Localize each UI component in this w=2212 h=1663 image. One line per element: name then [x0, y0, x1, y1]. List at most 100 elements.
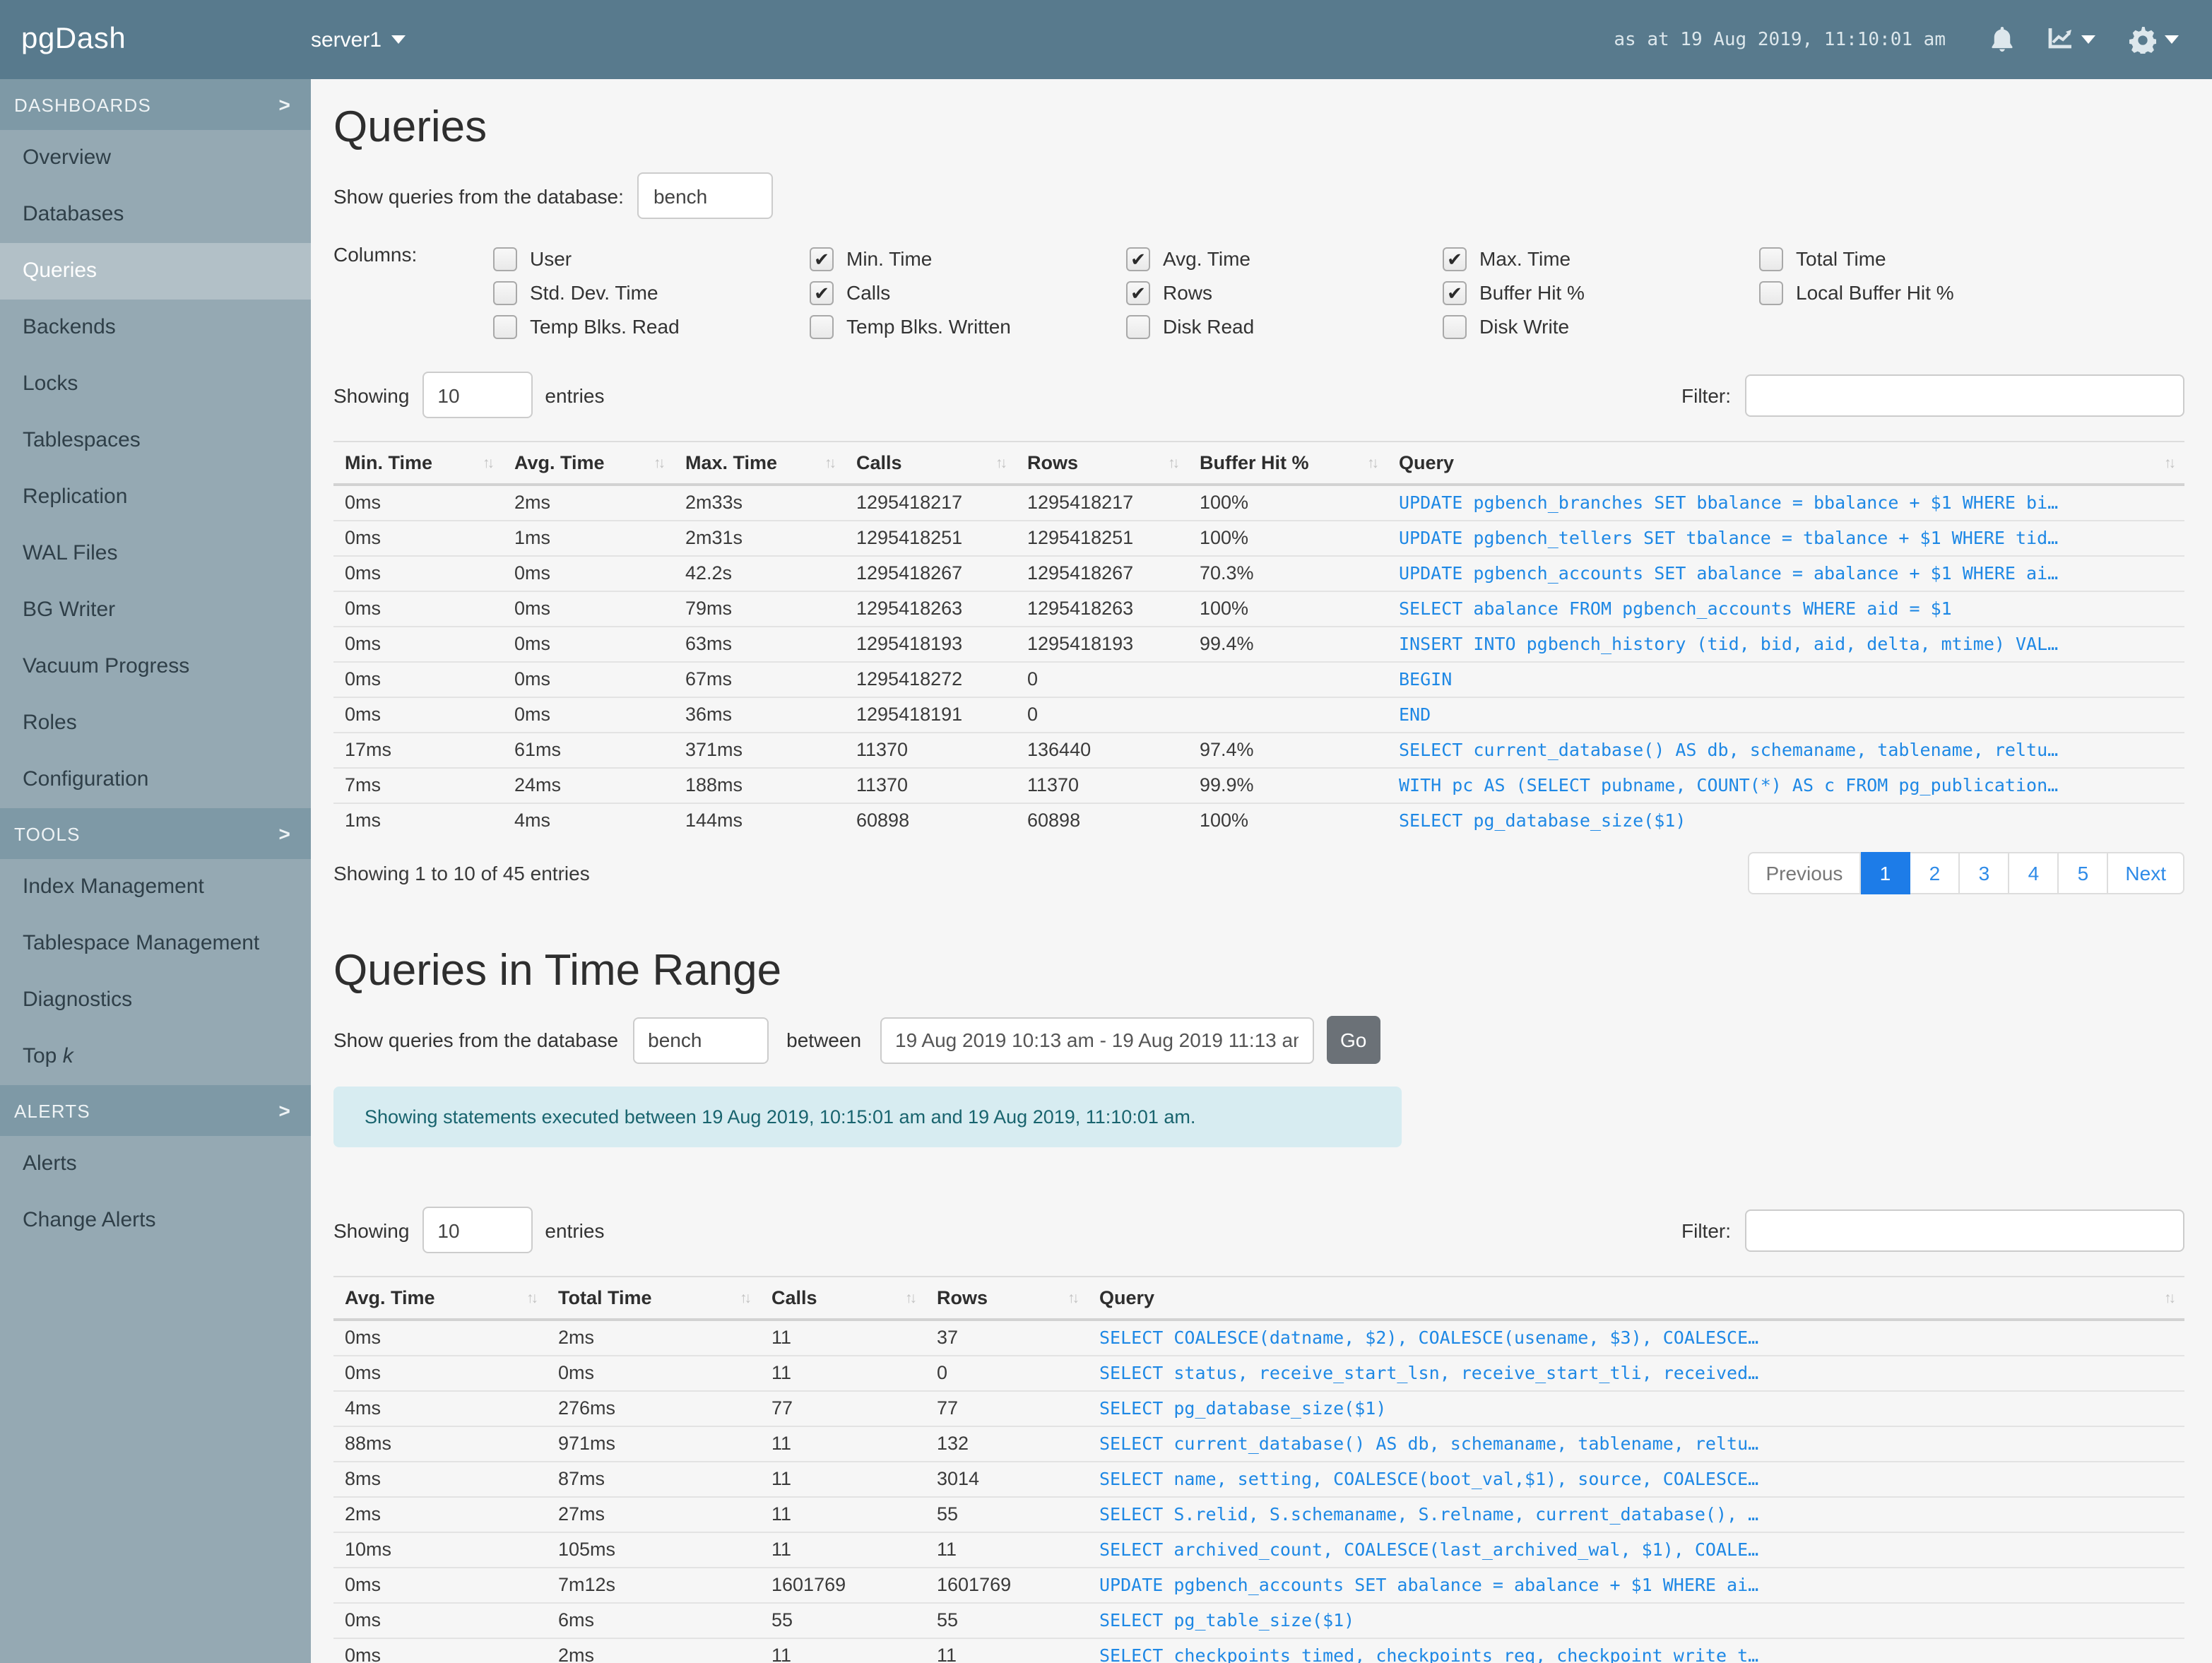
column-checkbox-max-time[interactable]: ✔ Max. Time: [1443, 242, 1759, 276]
query-link[interactable]: SELECT current_database() AS db, scheman…: [1088, 1426, 2184, 1462]
query-link[interactable]: SELECT archived_count, COALESCE(last_arc…: [1088, 1532, 2184, 1568]
query-link[interactable]: INSERT INTO pgbench_history (tid, bid, a…: [1388, 626, 2184, 662]
page-button-1[interactable]: 1: [1861, 852, 1911, 894]
database-input[interactable]: [632, 1017, 769, 1063]
column-checkbox-std-dev-time[interactable]: Std. Dev. Time: [493, 276, 810, 309]
cell: 0: [1016, 661, 1188, 697]
sidebar-item-overview[interactable]: Overview: [0, 130, 311, 187]
page-button-2[interactable]: 2: [1910, 852, 1960, 894]
query-link[interactable]: UPDATE pgbench_accounts SET abalance = a…: [1088, 1567, 2184, 1603]
query-link[interactable]: BEGIN: [1388, 661, 2184, 697]
sidebar-item-bg-writer[interactable]: BG Writer: [0, 582, 311, 639]
table-controls: Showing entries Filter:: [333, 372, 2184, 418]
sidebar-section-tools[interactable]: TOOLS >: [0, 808, 311, 859]
sidebar-item-wal-files[interactable]: WAL Files: [0, 526, 311, 582]
table-row: 2ms 27ms 11 55 SELECT S.relid, S.schemaname,…: [333, 1496, 2184, 1532]
page-button-next[interactable]: Next: [2108, 852, 2184, 894]
sidebar-item-replication[interactable]: Replication: [0, 469, 311, 526]
filter-input[interactable]: [1745, 374, 2184, 416]
sidebar-item-queries[interactable]: Queries: [0, 243, 311, 300]
sidebar-item-change-alerts[interactable]: Change Alerts: [0, 1192, 311, 1249]
settings-menu-button[interactable]: [2129, 26, 2179, 53]
filter-input[interactable]: [1745, 1209, 2184, 1251]
column-header-total-time[interactable]: Total Time ↑↓: [547, 1276, 760, 1321]
sidebar-section-dashboards[interactable]: DASHBOARDS >: [0, 79, 311, 130]
sidebar-item-tablespace-management[interactable]: Tablespace Management: [0, 916, 311, 972]
query-link[interactable]: WITH pc AS (SELECT pubname, COUNT(*) AS …: [1388, 767, 2184, 803]
column-checkbox-temp-blks-written[interactable]: Temp Blks. Written: [810, 309, 1126, 343]
sidebar-item-index-management[interactable]: Index Management: [0, 859, 311, 916]
column-header-calls[interactable]: Calls ↑↓: [845, 441, 1016, 486]
column-checkbox-buffer-hit[interactable]: ✔ Buffer Hit %: [1443, 276, 1759, 309]
sidebar-section-alerts[interactable]: ALERTS >: [0, 1085, 311, 1136]
column-header-query[interactable]: Query ↑↓: [1088, 1276, 2184, 1321]
column-header-buffer-hit[interactable]: Buffer Hit % ↑↓: [1188, 441, 1388, 486]
date-range-input[interactable]: [880, 1017, 1314, 1063]
entries-count-input[interactable]: [422, 1207, 533, 1253]
column-checkbox-min-time[interactable]: ✔ Min. Time: [810, 242, 1126, 276]
page-button-5[interactable]: 5: [2059, 852, 2109, 894]
go-button[interactable]: Go: [1326, 1016, 1381, 1064]
page-button-previous[interactable]: Previous: [1747, 852, 1862, 894]
cell: 1295418251: [845, 520, 1016, 556]
entries-count-input[interactable]: [422, 372, 533, 418]
query-link[interactable]: UPDATE pgbench_tellers SET tbalance = tb…: [1388, 520, 2184, 556]
sidebar-item-configuration[interactable]: Configuration: [0, 752, 311, 808]
checkbox-label: Temp Blks. Read: [530, 315, 680, 338]
query-link[interactable]: SELECT pg_database_size($1): [1088, 1390, 2184, 1426]
column-checkbox-disk-write[interactable]: Disk Write: [1443, 309, 1759, 343]
sidebar-item-alerts[interactable]: Alerts: [0, 1136, 311, 1192]
server-dropdown[interactable]: server1: [311, 28, 406, 52]
cell: 1295418217: [1027, 492, 1134, 513]
cell: 36ms: [674, 697, 845, 733]
checkbox-label: Disk Read: [1163, 315, 1255, 338]
sidebar-item-tablespaces[interactable]: Tablespaces: [0, 413, 311, 469]
query-link[interactable]: END: [1388, 697, 2184, 733]
sidebar-item-top-k[interactable]: Top k: [0, 1029, 311, 1085]
column-header-rows[interactable]: Rows ↑↓: [1016, 441, 1188, 486]
column-header-query[interactable]: Query ↑↓: [1388, 441, 2184, 486]
sidebar-item-roles[interactable]: Roles: [0, 695, 311, 752]
query-link[interactable]: SELECT S.relid, S.schemaname, S.relname,…: [1088, 1496, 2184, 1532]
column-checkbox-disk-read[interactable]: Disk Read: [1126, 309, 1443, 343]
column-checkbox-user[interactable]: User: [493, 242, 810, 276]
column-header-calls[interactable]: Calls ↑↓: [760, 1276, 925, 1321]
sidebar-item-databases[interactable]: Databases: [0, 187, 311, 243]
cell: 0: [925, 1355, 1088, 1391]
query-link[interactable]: UPDATE pgbench_branches SET bbalance = b…: [1388, 485, 2184, 521]
query-link[interactable]: SELECT status, receive_start_lsn, receiv…: [1088, 1355, 2184, 1391]
charts-menu-button[interactable]: [2047, 28, 2095, 51]
query-link[interactable]: UPDATE pgbench_accounts SET abalance = a…: [1388, 555, 2184, 591]
query-link[interactable]: SELECT pg_database_size($1): [1388, 803, 2184, 838]
page-button-3[interactable]: 3: [1960, 852, 2010, 894]
sidebar-item-vacuum-progress[interactable]: Vacuum Progress: [0, 639, 311, 695]
query-link[interactable]: SELECT COALESCE(datname, $2), COALESCE(u…: [1088, 1320, 2184, 1356]
database-input[interactable]: [637, 172, 774, 219]
column-checkbox-calls[interactable]: ✔ Calls: [810, 276, 1126, 309]
cell: 11: [760, 1355, 925, 1391]
query-link[interactable]: SELECT current_database() AS db, scheman…: [1388, 732, 2184, 768]
query-link[interactable]: SELECT checkpoints_timed, checkpoints_re…: [1088, 1638, 2184, 1663]
query-link[interactable]: SELECT name, setting, COALESCE(boot_val,…: [1088, 1461, 2184, 1497]
notifications-button[interactable]: [1991, 27, 2013, 52]
column-checkbox-avg-time[interactable]: ✔ Avg. Time: [1126, 242, 1443, 276]
query-link[interactable]: SELECT pg_table_size($1): [1088, 1602, 2184, 1638]
cell: 7m12s: [547, 1567, 760, 1603]
column-header-rows[interactable]: Rows ↑↓: [925, 1276, 1088, 1321]
column-checkbox-temp-blks-read[interactable]: Temp Blks. Read: [493, 309, 810, 343]
cell: 1601769: [760, 1567, 925, 1603]
column-checkbox-rows[interactable]: ✔ Rows: [1126, 276, 1443, 309]
checkbox-icon: [493, 247, 517, 271]
column-checkbox-local-buffer-hit[interactable]: Local Buffer Hit %: [1759, 276, 2076, 309]
column-header-min-time[interactable]: Min. Time ↑↓: [333, 441, 503, 486]
column-checkbox-total-time[interactable]: Total Time: [1759, 242, 2076, 276]
sidebar-item-locks[interactable]: Locks: [0, 356, 311, 413]
column-header-avg-time[interactable]: Avg. Time ↑↓: [333, 1276, 547, 1321]
page-button-4[interactable]: 4: [2009, 852, 2059, 894]
query-link[interactable]: SELECT abalance FROM pgbench_accounts WH…: [1388, 591, 2184, 627]
sidebar-item-diagnostics[interactable]: Diagnostics: [0, 972, 311, 1029]
sidebar-item-backends[interactable]: Backends: [0, 300, 311, 356]
column-header-avg-time[interactable]: Avg. Time ↑↓: [503, 441, 674, 486]
column-header-max-time[interactable]: Max. Time ↑↓: [674, 441, 845, 486]
cell: 3014: [925, 1461, 1088, 1497]
